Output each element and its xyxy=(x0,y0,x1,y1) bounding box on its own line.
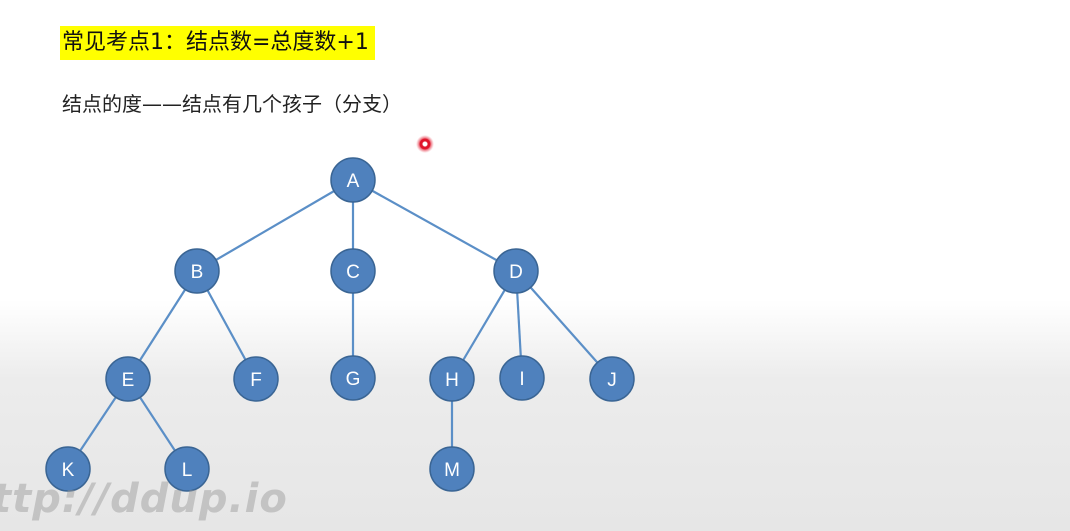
node-label: E xyxy=(122,370,135,391)
watermark-text: ttp://ddup.io xyxy=(0,476,288,522)
node-label: C xyxy=(346,262,360,283)
node-label: I xyxy=(519,369,524,390)
node-a: A xyxy=(330,157,376,203)
node-i: I xyxy=(499,355,545,401)
node-c: C xyxy=(330,248,376,294)
tree-nodes: AB C DE F G H I JK L M xyxy=(45,157,635,492)
node-label: H xyxy=(445,370,459,391)
node-label: B xyxy=(191,262,204,283)
edge-a-d xyxy=(352,179,517,272)
node-label: F xyxy=(250,370,262,391)
node-b: B xyxy=(174,248,220,294)
node-h: H xyxy=(429,356,475,402)
node-g: G xyxy=(330,355,376,401)
node-label: A xyxy=(347,171,360,192)
node-e: E xyxy=(105,356,151,402)
edge-a-b xyxy=(196,179,354,272)
node-f: F xyxy=(233,356,279,402)
node-m: M xyxy=(429,446,475,492)
node-label: J xyxy=(607,370,617,391)
node-label: D xyxy=(509,262,523,283)
node-j: J xyxy=(589,356,635,402)
tree-diagram: AB C DE F G H I JK L M xyxy=(45,157,635,492)
tree-edges xyxy=(67,179,613,470)
node-d: D xyxy=(493,248,539,294)
node-label: G xyxy=(346,369,361,390)
node-label: M xyxy=(444,460,460,481)
